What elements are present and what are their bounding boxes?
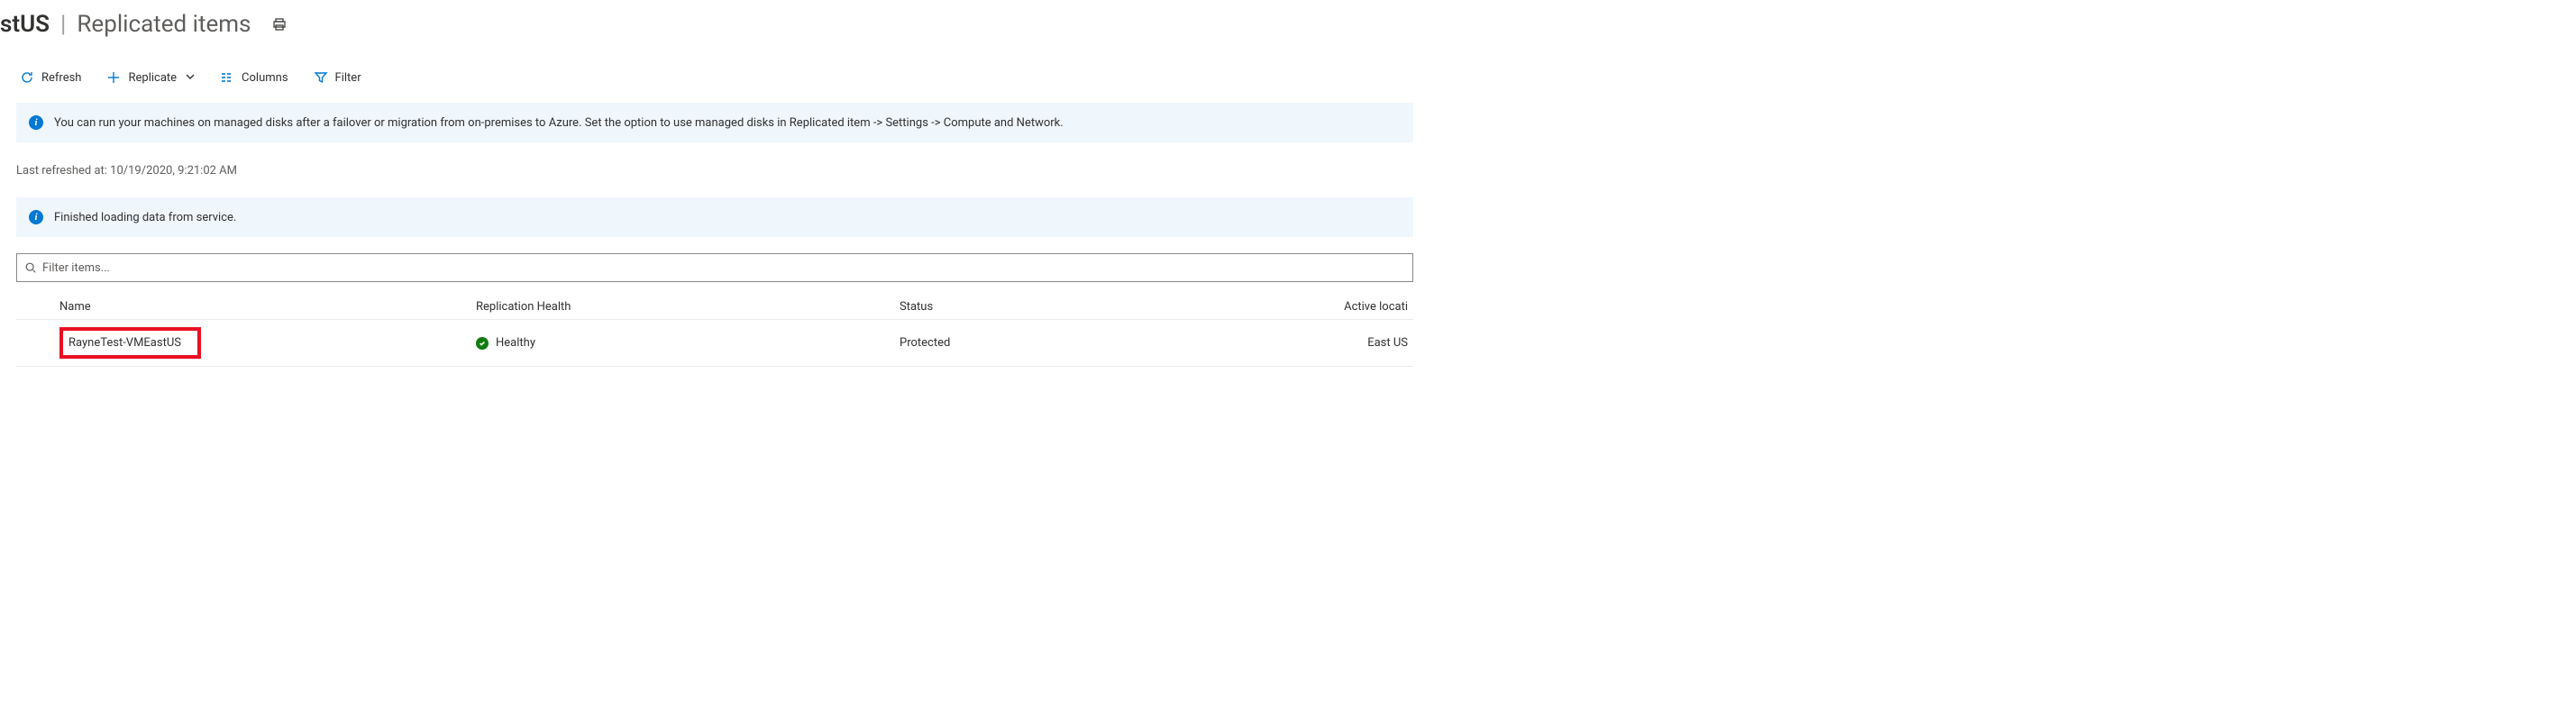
row-name[interactable]: RayneTest-VMEastUS bbox=[59, 327, 201, 359]
table-header: Name Replication Health Status Active lo… bbox=[16, 282, 1413, 320]
row-status: Protected bbox=[900, 336, 1287, 350]
columns-icon bbox=[220, 70, 234, 85]
info-text-1: You can run your machines on managed dis… bbox=[54, 116, 1064, 130]
col-header-name[interactable]: Name bbox=[16, 300, 476, 314]
replicate-button[interactable]: Replicate bbox=[106, 70, 195, 85]
replicate-label: Replicate bbox=[128, 71, 177, 85]
header-prefix: stUS bbox=[0, 11, 50, 38]
last-refreshed-text: Last refreshed at: 10/19/2020, 9:21:02 A… bbox=[0, 159, 2576, 190]
refresh-label: Refresh bbox=[41, 71, 81, 85]
info-banner-loading: i Finished loading data from service. bbox=[16, 197, 1413, 237]
replicated-items-table: Name Replication Health Status Active lo… bbox=[16, 282, 1413, 367]
header-separator: | bbox=[60, 11, 66, 38]
page-header: stUS | Replicated items bbox=[0, 0, 2576, 54]
filter-icon bbox=[314, 70, 328, 85]
chevron-down-icon bbox=[186, 72, 195, 84]
toolbar: Refresh Replicate Columns bbox=[0, 54, 2576, 96]
healthy-icon bbox=[476, 337, 489, 350]
info-icon: i bbox=[29, 210, 43, 224]
col-header-location[interactable]: Active locati bbox=[1287, 300, 1413, 314]
print-icon[interactable] bbox=[272, 17, 287, 32]
filter-items-box[interactable] bbox=[16, 253, 1413, 282]
columns-label: Columns bbox=[242, 71, 288, 85]
refresh-button[interactable]: Refresh bbox=[20, 70, 81, 85]
info-text-2: Finished loading data from service. bbox=[54, 211, 236, 224]
info-banner-managed-disks: i You can run your machines on managed d… bbox=[16, 103, 1413, 142]
search-icon bbox=[24, 261, 37, 274]
row-location: East US bbox=[1287, 336, 1413, 350]
refresh-icon bbox=[20, 70, 34, 85]
filter-input[interactable] bbox=[42, 261, 1405, 275]
filter-button[interactable]: Filter bbox=[314, 70, 361, 85]
plus-icon bbox=[106, 70, 121, 85]
col-header-health[interactable]: Replication Health bbox=[476, 300, 900, 314]
filter-label: Filter bbox=[335, 71, 361, 85]
row-health: Healthy bbox=[496, 336, 535, 350]
col-header-status[interactable]: Status bbox=[900, 300, 1287, 314]
columns-button[interactable]: Columns bbox=[220, 70, 288, 85]
page-title: Replicated items bbox=[77, 11, 251, 38]
info-icon: i bbox=[29, 115, 43, 130]
table-row[interactable]: RayneTest-VMEastUS Healthy Protected Eas… bbox=[16, 320, 1413, 367]
